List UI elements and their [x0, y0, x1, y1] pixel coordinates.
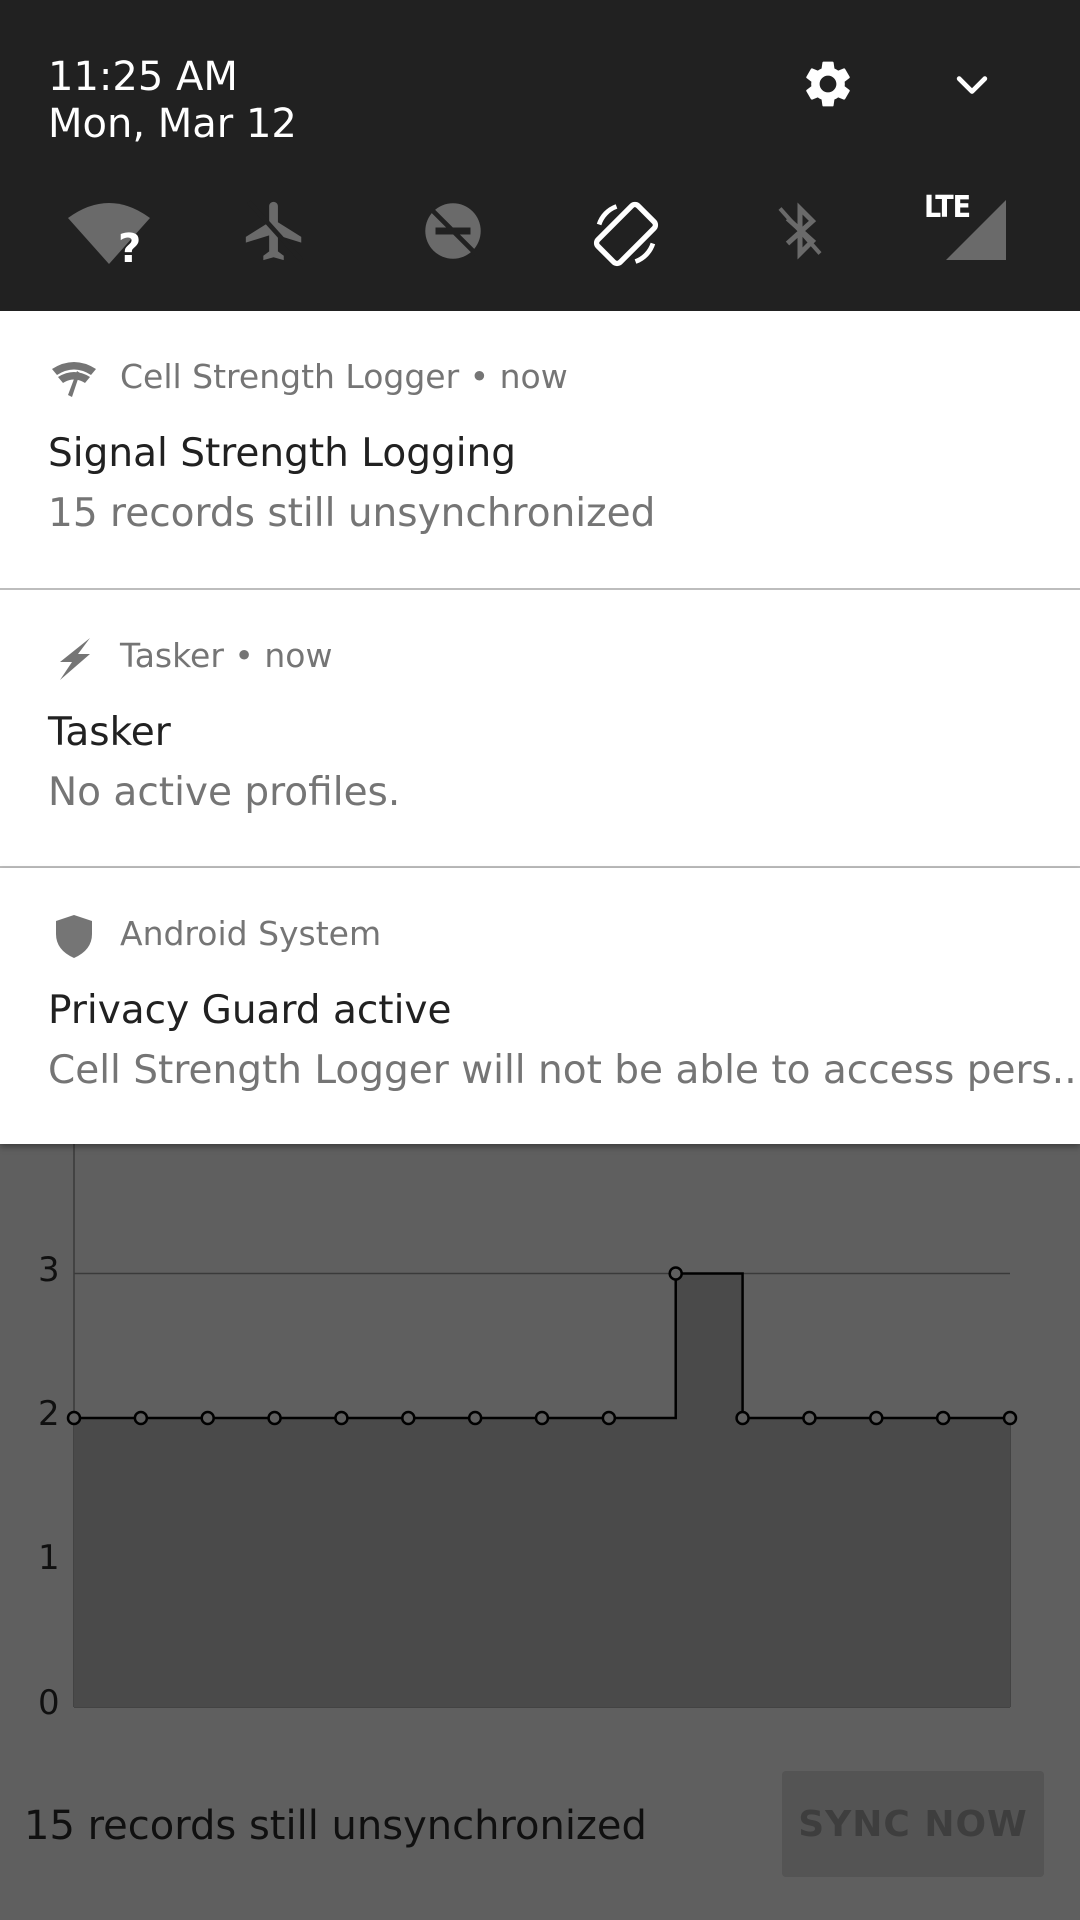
notification-tasker[interactable]: Tasker • now Tasker No active profiles.: [0, 590, 1080, 866]
chevron-down-icon[interactable]: [950, 64, 994, 108]
chart-point: [668, 1266, 683, 1281]
bolt-icon: [60, 638, 90, 680]
cell-signal-icon: [52, 362, 96, 397]
clock: 11:25 AM: [48, 54, 238, 100]
do-not-disturb-tile[interactable]: [418, 196, 498, 266]
notification-app-name: Android System: [120, 914, 382, 953]
chart-point: [401, 1410, 416, 1426]
chart-point: [534, 1410, 550, 1426]
chart-point: [869, 1410, 884, 1426]
unsynced-status-text: 15 records still unsynchronized: [24, 1803, 647, 1849]
do-not-disturb-icon: [425, 203, 481, 259]
chart-point: [935, 1410, 951, 1426]
notification-text: Cell Strength Logger will not be able to…: [48, 1048, 1077, 1093]
auto-rotate-icon: [593, 201, 659, 267]
bluetooth-tile[interactable]: [770, 196, 850, 266]
chart-point: [601, 1410, 617, 1426]
chart-point: [467, 1410, 483, 1426]
airplane-mode-tile[interactable]: [240, 196, 320, 266]
svg-text:?: ?: [118, 226, 141, 266]
chart-point: [66, 1410, 82, 1426]
quick-settings-header: 11:25 AM Mon, Mar 12 ? LTE: [0, 0, 1080, 311]
chart-point: [802, 1410, 817, 1426]
notification-android-system[interactable]: Android System Privacy Guard active Cell…: [0, 868, 1080, 1144]
date: Mon, Mar 12: [48, 101, 297, 147]
notification-app-name: Tasker • now: [120, 636, 333, 675]
chart-point: [267, 1410, 282, 1426]
chart-point: [735, 1410, 750, 1426]
notification-cell-strength-logger[interactable]: Cell Strength Logger • now Signal Streng…: [0, 311, 1080, 588]
auto-rotate-tile[interactable]: [588, 196, 668, 267]
chart-area-fill: [74, 1273, 1010, 1707]
gear-icon[interactable]: [800, 56, 856, 112]
shield-icon: [56, 915, 92, 958]
wifi-tile[interactable]: ?: [64, 196, 150, 272]
notification-title: Privacy Guard active: [48, 988, 452, 1033]
chart-point: [133, 1410, 149, 1426]
chart-point: [200, 1410, 215, 1426]
notification-text: 15 records still unsynchronized: [48, 491, 656, 536]
sync-now-button[interactable]: SYNC NOW: [782, 1771, 1044, 1877]
airplane-mode-icon: [245, 200, 303, 262]
notification-title: Tasker: [48, 710, 171, 755]
chart-point: [334, 1410, 349, 1426]
notification-title: Signal Strength Logging: [48, 431, 517, 476]
notification-app-name: Cell Strength Logger • now: [120, 357, 568, 396]
lte-label: LTE: [924, 190, 971, 225]
chart-series-line: [74, 1272, 1010, 1420]
chart-point: [1002, 1410, 1018, 1426]
notification-text: No active profiles.: [48, 770, 401, 815]
mobile-data-tile[interactable]: LTE: [922, 190, 1022, 266]
bluetooth-icon: [778, 202, 822, 260]
wifi-unknown-icon: ?: [68, 203, 150, 272]
signal-strength-chart: [66, 1144, 1018, 1708]
